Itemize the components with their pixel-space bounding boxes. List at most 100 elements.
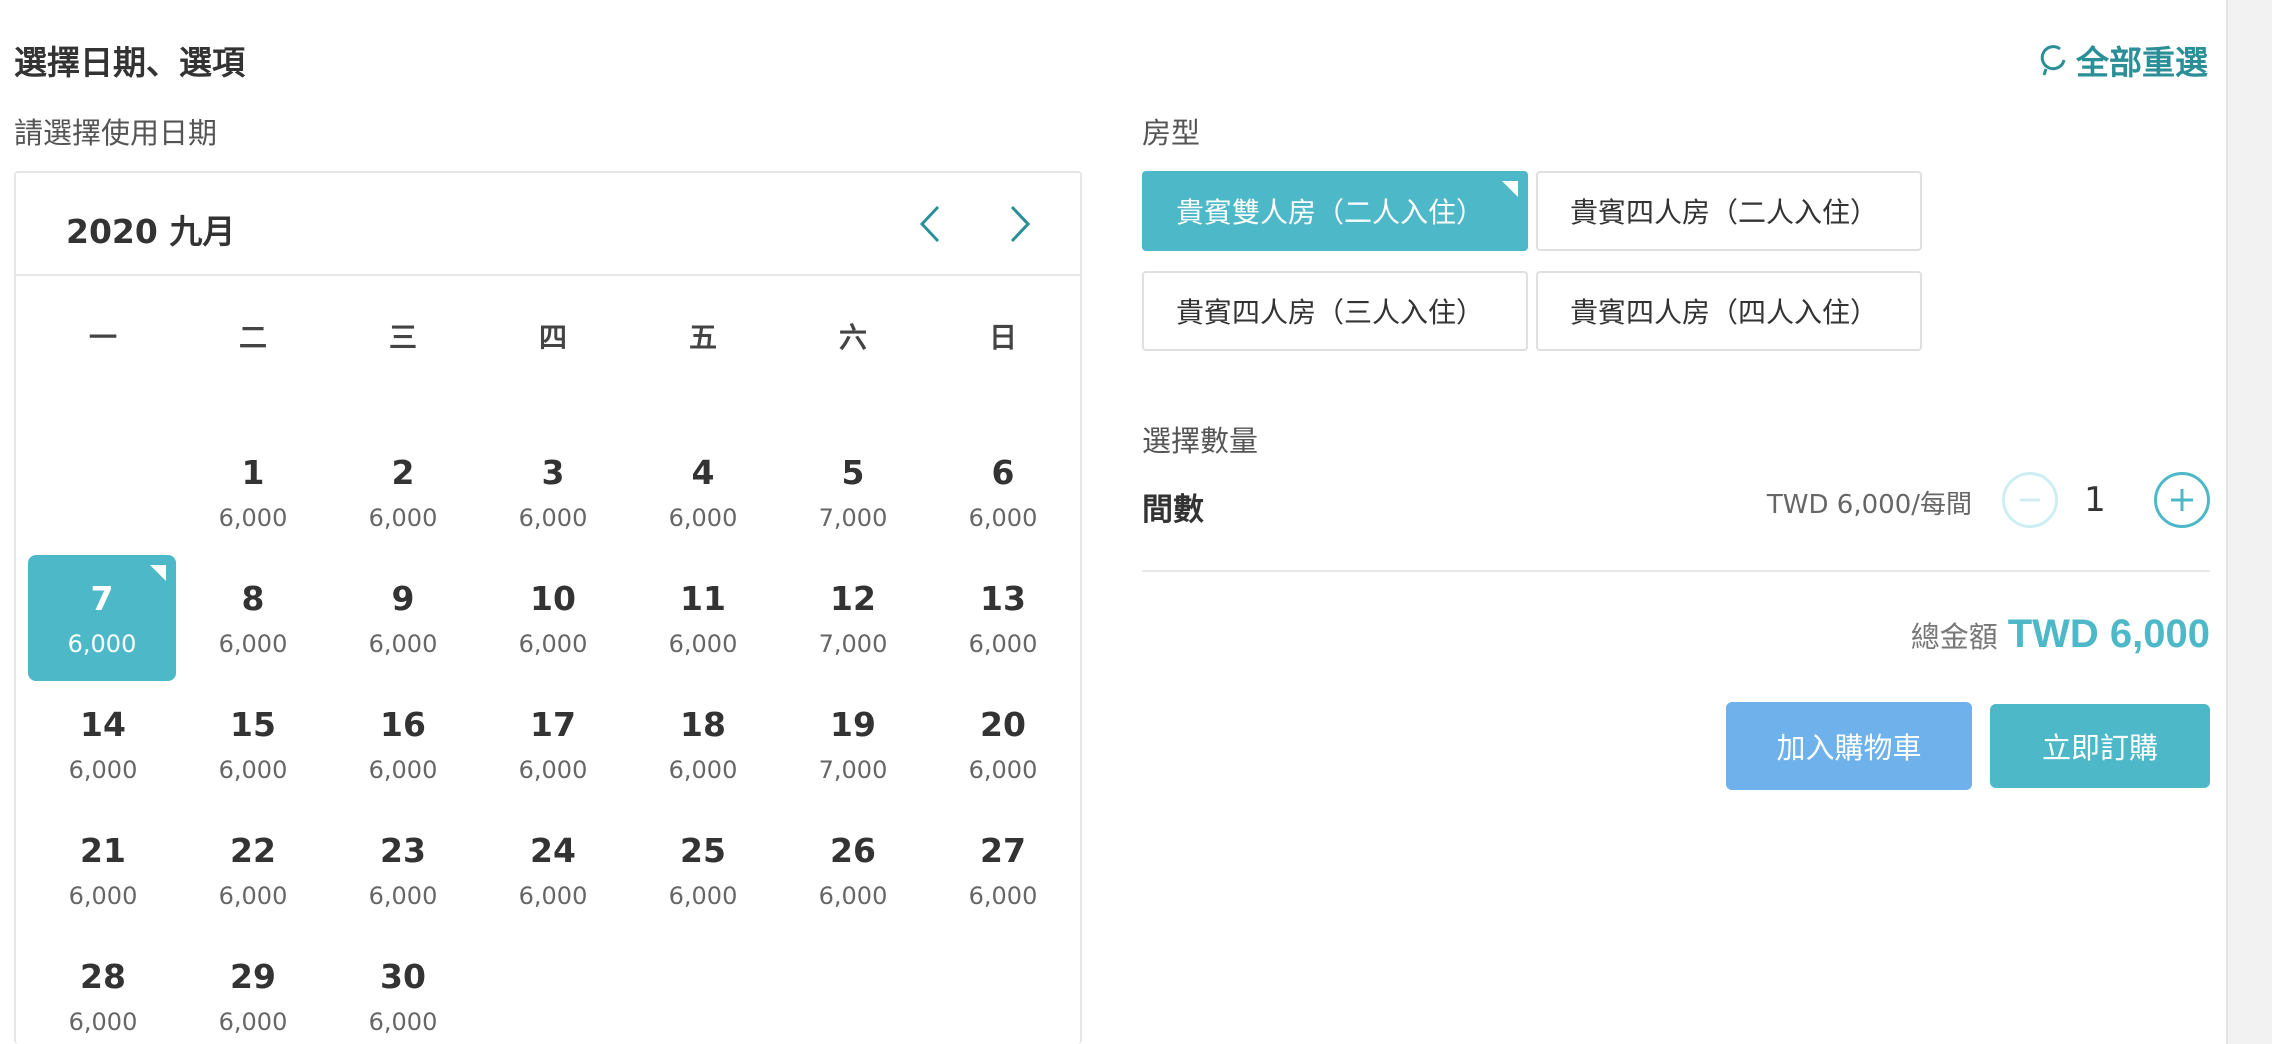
day-price: 6,000 — [668, 629, 738, 658]
section-title: 選擇日期、選項 — [14, 43, 245, 82]
day-number: 15 — [230, 704, 276, 744]
calendar-day[interactable]: 14 6,000 — [28, 681, 178, 807]
day-price: 6,000 — [968, 629, 1038, 658]
day-price: 6,000 — [68, 881, 138, 910]
weekday-label: 二 — [238, 321, 267, 354]
day-price: 6,000 — [668, 503, 738, 532]
day-number: 4 — [691, 452, 715, 492]
day-price: 6,000 — [368, 755, 438, 784]
page-scroll-strip — [2226, 0, 2272, 1044]
chevron-left-icon[interactable] — [906, 199, 956, 249]
divider — [1142, 570, 2210, 572]
day-price: 6,000 — [218, 755, 288, 784]
calendar-day[interactable]: 9 6,000 — [328, 555, 478, 681]
calendar-day[interactable]: 23 6,000 — [328, 807, 478, 933]
calendar-day[interactable]: 26 6,000 — [778, 807, 928, 933]
calendar-day[interactable]: 4 6,000 — [628, 429, 778, 555]
day-price: 6,000 — [368, 503, 438, 532]
calendar-day[interactable]: 19 7,000 — [778, 681, 928, 807]
decrease-button[interactable] — [2002, 472, 2058, 528]
room-option-label: 貴賓四人房（三人入住） — [1176, 296, 1485, 329]
room-option-label: 貴賓雙人房（二人入住） — [1176, 196, 1485, 229]
calendar-day[interactable]: 27 6,000 — [928, 807, 1078, 933]
calendar-day[interactable]: 2 6,000 — [328, 429, 478, 555]
quantity-row: 間數 TWD 6,000/每間 1 — [1142, 470, 2210, 534]
day-number: 10 — [530, 578, 576, 618]
day-price: 6,000 — [668, 881, 738, 910]
add-to-cart-button[interactable]: 加入購物車 — [1726, 702, 1972, 790]
calendar-day[interactable]: 5 7,000 — [778, 429, 928, 555]
calendar-day[interactable]: 7 6,000 — [28, 555, 176, 681]
calendar-day[interactable]: 16 6,000 — [328, 681, 478, 807]
total-label: 總金額 — [1910, 620, 1998, 654]
day-number: 1 — [241, 452, 265, 492]
day-number: 18 — [680, 704, 726, 744]
increase-button[interactable] — [2154, 472, 2210, 528]
day-price: 6,000 — [668, 755, 738, 784]
day-number: 21 — [80, 830, 126, 870]
calendar: 2020 九月 一 二 三 四 五 六 日 1 6,000 2 6,000 3 6,000 4 6,000… — [14, 171, 1082, 1044]
room-option[interactable]: 貴賓四人房（四人入住） — [1536, 271, 1922, 351]
day-price: 6,000 — [968, 503, 1038, 532]
day-number: 5 — [841, 452, 865, 492]
day-price: 6,000 — [218, 1007, 288, 1036]
calendar-day[interactable]: 30 6,000 — [328, 933, 478, 1044]
day-number: 16 — [380, 704, 426, 744]
calendar-day[interactable]: 13 6,000 — [928, 555, 1078, 681]
room-option[interactable]: 貴賓四人房（三人入住） — [1142, 271, 1528, 351]
calendar-day[interactable]: 17 6,000 — [478, 681, 628, 807]
reset-all-button[interactable]: 全部重選 — [2038, 36, 2208, 84]
calendar-day[interactable]: 21 6,000 — [28, 807, 178, 933]
room-option-label: 貴賓四人房（二人入住） — [1570, 196, 1879, 229]
buy-now-button[interactable]: 立即訂購 — [1990, 704, 2210, 788]
calendar-day[interactable]: 25 6,000 — [628, 807, 778, 933]
day-number: 22 — [230, 830, 276, 870]
day-price: 6,000 — [368, 629, 438, 658]
calendar-day[interactable]: 8 6,000 — [178, 555, 328, 681]
room-option[interactable]: 貴賓四人房（二人入住） — [1536, 171, 1922, 251]
calendar-day[interactable]: 3 6,000 — [478, 429, 628, 555]
day-price: 6,000 — [518, 629, 588, 658]
weekday-label: 三 — [388, 321, 417, 354]
calendar-month-title: 2020 九月 — [66, 212, 236, 251]
day-number: 2 — [391, 452, 415, 492]
day-number: 26 — [830, 830, 876, 870]
day-price: 6,000 — [518, 755, 588, 784]
calendar-day[interactable]: 24 6,000 — [478, 807, 628, 933]
day-price: 7,000 — [818, 629, 888, 658]
quantity-section-label: 選擇數量 — [1142, 424, 1259, 458]
day-price: 6,000 — [218, 881, 288, 910]
room-section-label: 房型 — [1142, 116, 1201, 150]
calendar-day[interactable]: 12 7,000 — [778, 555, 928, 681]
day-number: 28 — [80, 956, 126, 996]
weekday-label: 一 — [88, 321, 117, 354]
calendar-day[interactable]: 10 6,000 — [478, 555, 628, 681]
day-price: 6,000 — [368, 1007, 438, 1036]
day-price: 6,000 — [818, 881, 888, 910]
day-price: 6,000 — [68, 755, 138, 784]
calendar-day[interactable]: 29 6,000 — [178, 933, 328, 1044]
day-number: 12 — [830, 578, 876, 618]
calendar-empty-cell — [28, 429, 178, 555]
calendar-day[interactable]: 28 6,000 — [28, 933, 178, 1044]
weekday-label: 五 — [688, 321, 717, 354]
quantity-value[interactable]: 1 — [2080, 480, 2110, 520]
calendar-day[interactable]: 22 6,000 — [178, 807, 328, 933]
calendar-day[interactable]: 1 6,000 — [178, 429, 328, 555]
day-number: 9 — [391, 578, 415, 618]
calendar-day[interactable]: 18 6,000 — [628, 681, 778, 807]
calendar-days-grid: 1 6,000 2 6,000 3 6,000 4 6,000 5 7,000 6 6,000 7 6,0… — [28, 429, 1078, 1044]
room-option-label: 貴賓四人房（四人入住） — [1570, 296, 1879, 329]
day-price: 6,000 — [968, 755, 1038, 784]
room-option[interactable]: 貴賓雙人房（二人入住） — [1142, 171, 1528, 251]
calendar-day[interactable]: 11 6,000 — [628, 555, 778, 681]
day-number: 11 — [680, 578, 726, 618]
calendar-weekday-row: 一二三四五六日 — [28, 316, 1078, 356]
calendar-day[interactable]: 6 6,000 — [928, 429, 1078, 555]
day-number: 29 — [230, 956, 276, 996]
day-number: 7 — [90, 578, 114, 618]
weekday-label: 四 — [538, 321, 567, 354]
calendar-day[interactable]: 15 6,000 — [178, 681, 328, 807]
chevron-right-icon[interactable] — [994, 199, 1044, 249]
calendar-day[interactable]: 20 6,000 — [928, 681, 1078, 807]
